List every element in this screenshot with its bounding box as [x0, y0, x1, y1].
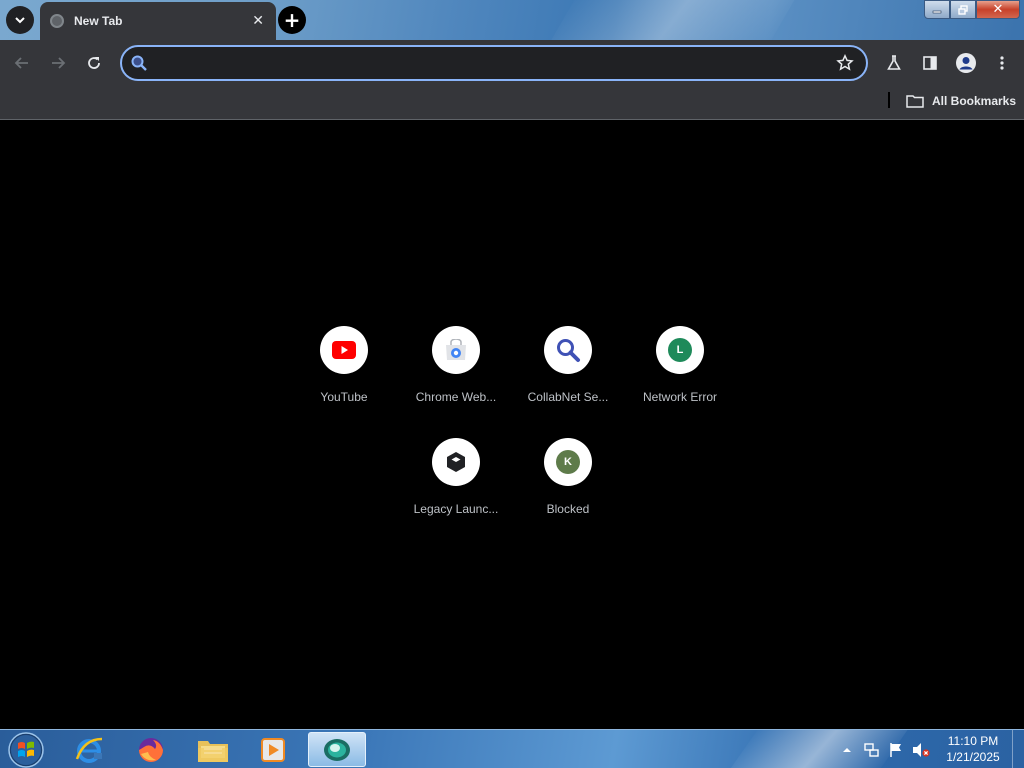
- shortcut-collabnet[interactable]: CollabNet Se...: [512, 326, 624, 426]
- new-tab-page: YouTube Chrome Web... CollabNet Se... L …: [0, 121, 1024, 729]
- minimize-icon: [932, 10, 942, 13]
- labs-button[interactable]: [882, 51, 906, 75]
- shortcut-icon-bg: L: [656, 326, 704, 374]
- shortcut-label: Legacy Launc...: [413, 502, 499, 516]
- bookmarks-separator: [888, 92, 890, 108]
- show-desktop-button[interactable]: [1012, 730, 1024, 768]
- clock-time: 11:10 PM: [947, 734, 999, 748]
- tab-close-icon[interactable]: ✕: [252, 13, 264, 29]
- tab-title: New Tab: [74, 14, 123, 28]
- address-bar[interactable]: [120, 45, 868, 81]
- taskbar-file-explorer[interactable]: [186, 732, 240, 767]
- side-panel-button[interactable]: [918, 51, 942, 75]
- shortcut-youtube[interactable]: YouTube: [288, 326, 400, 426]
- minimize-button[interactable]: [924, 0, 950, 19]
- action-center-flag-icon: [890, 742, 901, 757]
- youtube-icon: [332, 341, 356, 359]
- shortcut-icon-bg: [432, 326, 480, 374]
- profile-button[interactable]: [954, 51, 978, 75]
- browser-toolbar: [0, 40, 1024, 86]
- volume-muted-icon: [913, 742, 930, 757]
- taskbar-chrome[interactable]: [308, 732, 366, 767]
- letter-icon: K: [556, 450, 580, 474]
- system-tray: [842, 730, 930, 768]
- taskbar-clock[interactable]: 11:10 PM 1/21/2025: [940, 733, 1006, 765]
- side-panel-icon: [923, 56, 937, 70]
- action-center-tray-icon[interactable]: [888, 742, 904, 758]
- cube-icon: [447, 452, 465, 472]
- start-button[interactable]: [6, 731, 46, 768]
- window-titlebar: New Tab ✕ + ✕: [0, 0, 1024, 40]
- shortcut-icon-bg: [544, 326, 592, 374]
- reload-button[interactable]: [82, 51, 106, 75]
- forward-icon: [52, 57, 66, 69]
- restore-button[interactable]: [950, 0, 976, 19]
- all-bookmarks-label: All Bookmarks: [932, 94, 1017, 108]
- chevron-up-icon: [843, 747, 851, 752]
- bookmarks-bar: All Bookmarks: [0, 86, 1024, 120]
- kebab-menu-icon: [1000, 56, 1004, 70]
- taskbar-media-player[interactable]: [246, 732, 300, 767]
- shortcut-label: Blocked: [546, 502, 590, 516]
- shortcut-icon-bg: K: [544, 438, 592, 486]
- letter-icon: L: [668, 338, 692, 362]
- network-tray-icon[interactable]: [864, 742, 880, 758]
- taskbar-internet-explorer[interactable]: [62, 732, 116, 767]
- chrome-menu-button[interactable]: [990, 51, 1014, 75]
- file-explorer-icon: [198, 740, 228, 762]
- chevron-down-icon: [15, 17, 25, 24]
- chrome-web-store-icon: [446, 339, 466, 360]
- shortcut-label: Network Error: [642, 390, 717, 404]
- address-input[interactable]: [156, 53, 816, 73]
- shortcut-blocked[interactable]: K Blocked: [512, 438, 624, 538]
- firefox-icon: [139, 737, 163, 762]
- start-orb-icon: [8, 732, 44, 768]
- tab-search-button[interactable]: [6, 6, 34, 34]
- window-controls: ✕: [924, 0, 1020, 20]
- search-icon: [131, 55, 147, 71]
- back-button[interactable]: [10, 51, 34, 75]
- bookmark-star-icon[interactable]: [836, 54, 854, 72]
- volume-tray-icon[interactable]: [912, 742, 930, 758]
- internet-explorer-icon: [75, 737, 103, 763]
- close-window-button[interactable]: ✕: [976, 0, 1020, 19]
- chrome-app-icon: [324, 738, 350, 761]
- shortcut-legacy-launcher[interactable]: Legacy Launc...: [400, 438, 512, 538]
- show-hidden-icons-button[interactable]: [842, 746, 852, 754]
- shortcut-icon-bg: [320, 326, 368, 374]
- clock-date: 1/21/2025: [946, 750, 1000, 764]
- shortcut-label: YouTube: [320, 390, 368, 404]
- all-bookmarks-button[interactable]: All Bookmarks: [906, 91, 1016, 111]
- shortcut-label: Chrome Web...: [415, 390, 497, 404]
- restore-icon: [958, 4, 968, 15]
- back-icon: [14, 57, 28, 69]
- shortcut-chrome-web-store[interactable]: Chrome Web...: [400, 326, 512, 426]
- profile-avatar-icon: [956, 53, 976, 73]
- media-player-icon: [261, 737, 285, 762]
- taskbar-firefox[interactable]: [124, 732, 178, 767]
- tab-new-tab[interactable]: New Tab ✕: [40, 2, 276, 40]
- new-tab-button[interactable]: +: [278, 6, 306, 34]
- shortcut-label: CollabNet Se...: [527, 390, 609, 404]
- windows-taskbar: 11:10 PM 1/21/2025: [0, 729, 1024, 768]
- forward-button[interactable]: [46, 51, 70, 75]
- network-icon: [864, 742, 879, 757]
- folder-icon: [906, 95, 924, 108]
- labs-flask-icon: [887, 55, 901, 70]
- shortcut-icon-bg: [432, 438, 480, 486]
- shortcut-network-error[interactable]: L Network Error: [624, 326, 736, 426]
- aero-glass-streak: [534, 0, 806, 40]
- reload-icon: [88, 57, 100, 69]
- new-tab-favicon-icon: [50, 14, 64, 28]
- magnifier-icon: [557, 339, 580, 362]
